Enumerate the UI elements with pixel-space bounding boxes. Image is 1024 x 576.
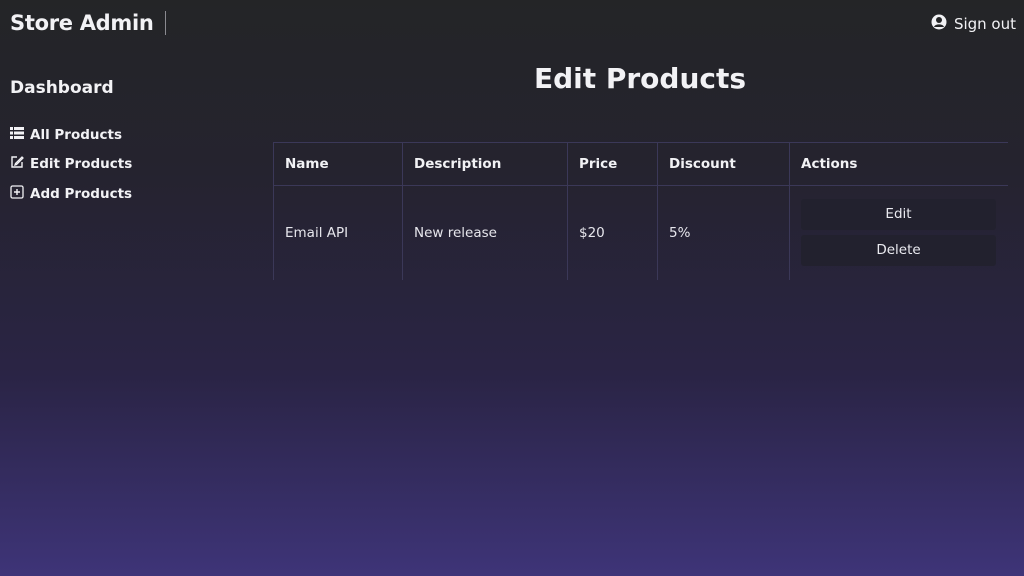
sidebar-item-add-products[interactable]: Add Products (10, 179, 250, 209)
top-header: Store Admin Sign out (0, 0, 1024, 50)
cell-actions: Edit Delete (789, 185, 1008, 280)
sidebar: Dashboard All Products Edit Products Add… (10, 78, 250, 209)
sidebar-title: Dashboard (10, 78, 114, 98)
user-circle-icon (931, 14, 947, 34)
sign-out-button[interactable]: Sign out (931, 14, 1016, 34)
edit-icon (10, 155, 24, 173)
cell-price: $20 (567, 185, 658, 280)
sidebar-item-all-products[interactable]: All Products (10, 120, 250, 150)
page-title: Edit Products (533, 62, 747, 95)
sidebar-item-label: Edit Products (30, 156, 133, 173)
products-table: Name Description Price Discount Actions … (273, 142, 1008, 280)
cell-name: Email API (273, 185, 403, 280)
column-header-price: Price (567, 142, 658, 186)
sidebar-item-label: Add Products (30, 185, 133, 202)
column-header-description: Description (402, 142, 568, 186)
delete-button[interactable]: Delete (801, 235, 996, 267)
table-row: Email API New release $20 5% Edit Delete (273, 185, 1008, 280)
sidebar-item-label: All Products (30, 126, 122, 143)
table-header-row: Name Description Price Discount Actions (273, 142, 1008, 186)
edit-button[interactable]: Edit (801, 199, 996, 231)
sign-out-label: Sign out (953, 15, 1016, 33)
column-header-actions: Actions (789, 142, 1008, 186)
cell-description: New release (402, 185, 568, 280)
list-icon (10, 126, 24, 144)
brand-title[interactable]: Store Admin (10, 11, 166, 35)
column-header-name: Name (273, 142, 403, 186)
column-header-discount: Discount (657, 142, 790, 186)
plus-square-icon (10, 185, 24, 203)
cell-discount: 5% (657, 185, 790, 280)
sidebar-item-edit-products[interactable]: Edit Products (10, 150, 250, 180)
